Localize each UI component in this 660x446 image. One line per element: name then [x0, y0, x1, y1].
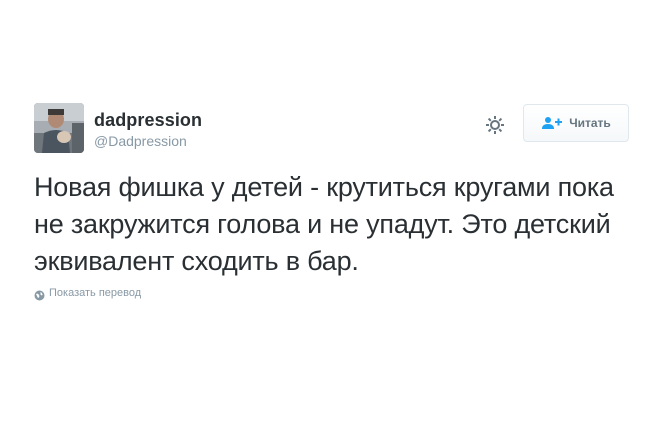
translate-label: Показать перевод [49, 287, 142, 299]
user-handle[interactable]: @Dadpression [94, 132, 202, 150]
gear-icon[interactable] [484, 114, 506, 136]
avatar-photo-icon [34, 103, 84, 153]
user-names: dadpression @Dadpression [94, 109, 202, 150]
follow-button[interactable]: Читать [523, 104, 629, 142]
translate-link[interactable]: Показать перевод [34, 287, 142, 300]
tweet-text: Новая фишка у детей - крутиться кругами … [34, 172, 614, 276]
avatar[interactable] [34, 103, 84, 153]
tweet-card: dadpression @Dadpression Читать Новая фи… [0, 0, 660, 446]
tweet-header: dadpression @Dadpression Читать [34, 103, 634, 159]
display-name[interactable]: dadpression [94, 109, 202, 131]
follow-label: Читать [569, 116, 611, 130]
add-user-icon [541, 116, 563, 130]
globe-icon [34, 288, 45, 300]
